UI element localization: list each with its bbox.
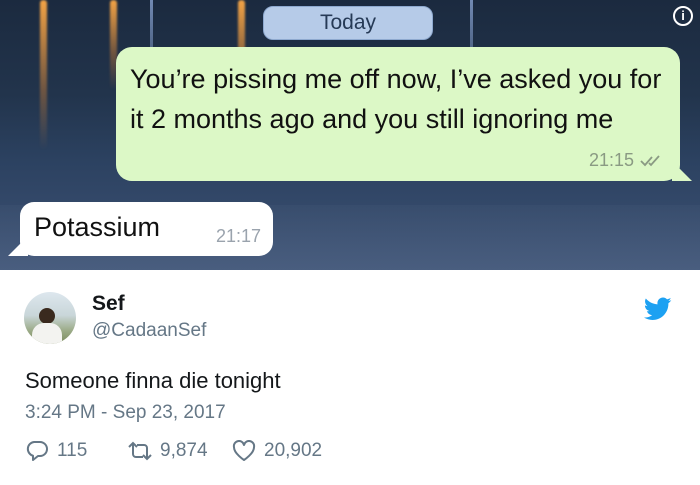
background-light bbox=[40, 0, 47, 150]
double-check-icon bbox=[640, 154, 660, 166]
reply-icon bbox=[26, 441, 48, 461]
twitter-bird-icon[interactable] bbox=[644, 297, 672, 321]
author-handle[interactable]: @CadaanSef bbox=[92, 320, 206, 342]
outgoing-message-text: You’re pissing me off now, I’ve asked yo… bbox=[130, 64, 662, 134]
tweet-text: Someone finna die tonight bbox=[25, 368, 281, 393]
avatar[interactable] bbox=[24, 292, 76, 344]
outgoing-message-bubble[interactable]: You’re pissing me off now, I’ve asked yo… bbox=[116, 47, 692, 181]
info-icon[interactable]: i bbox=[673, 6, 693, 26]
tweet-card: Sef @CadaanSef Someone finna die tonight… bbox=[0, 270, 700, 485]
incoming-message-time: 21:17 bbox=[215, 226, 261, 246]
heart-icon bbox=[232, 440, 256, 461]
date-separator: Today bbox=[263, 6, 433, 40]
author-name[interactable]: Sef bbox=[92, 292, 125, 316]
retweet-icon bbox=[128, 441, 152, 461]
reply-count: 115 bbox=[57, 440, 88, 461]
tweet-timestamp[interactable]: 3:24 PM - Sep 23, 2017 bbox=[25, 402, 226, 424]
like-button[interactable]: 20,902 bbox=[232, 440, 322, 462]
retweet-button[interactable]: 9,874 bbox=[128, 440, 208, 462]
avatar-torso bbox=[32, 323, 62, 344]
chat-screenshot: Today i You’re pissing me off now, I’ve … bbox=[0, 0, 700, 270]
like-count: 20,902 bbox=[264, 440, 323, 461]
outgoing-message-meta: 21:15 bbox=[589, 150, 666, 171]
incoming-message-bubble[interactable]: Potassium 21:17 bbox=[8, 202, 273, 256]
incoming-message-text: Potassium bbox=[34, 212, 161, 242]
retweet-count: 9,874 bbox=[160, 440, 208, 461]
reply-button[interactable]: 115 bbox=[25, 440, 87, 462]
avatar-head bbox=[39, 308, 55, 324]
outgoing-message-time: 21:15 bbox=[588, 150, 634, 170]
